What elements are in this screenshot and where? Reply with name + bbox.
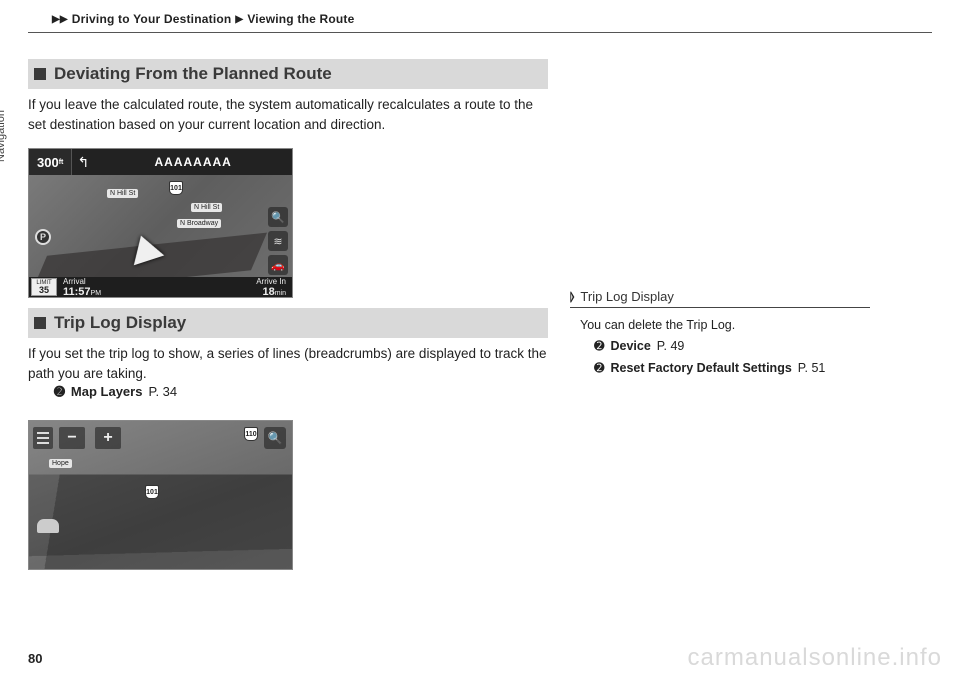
section-bullet-icon [34, 68, 46, 80]
map-tool-stack: 🔍 ≋ 🚗 [268, 207, 288, 275]
xref-arrow-icon: ➋ [594, 359, 604, 378]
breadcrumb: ▶▶ Driving to Your Destination ▶ Viewing… [28, 12, 932, 26]
section-heading-deviating: Deviating From the Planned Route [28, 59, 548, 89]
street-label: N Broadway [177, 219, 221, 228]
street-grid [28, 474, 293, 570]
breadcrumb-arrow-icon: ▶ [235, 14, 243, 25]
section-heading-triplog: Trip Log Display [28, 308, 548, 338]
mouse-icon [37, 519, 59, 533]
search-icon: 🔍 [268, 207, 288, 227]
nav-screenshot-triplog: − + 🔍 Hope 101 110 [28, 420, 293, 570]
section-body: If you set the trip log to show, a serie… [28, 338, 548, 410]
cross-reference: ➋ Device P. 49 [580, 337, 870, 356]
xref-label: Device [610, 337, 650, 356]
menu-icon [33, 427, 53, 449]
section-body-text: If you set the trip log to show, a serie… [28, 346, 547, 381]
side-note-heading: ⦊ Trip Log Display [570, 289, 870, 308]
zoom-in-icon: + [95, 427, 121, 449]
nav-bottom-bar: LIMIT35 Arrival11:57PM Arrive In18min [29, 277, 292, 297]
xref-label: Reset Factory Default Settings [610, 359, 791, 378]
xref-arrow-icon: ➋ [54, 383, 65, 402]
turn-icon: ↰ [72, 149, 94, 175]
breadcrumb-arrow-icon: ▶▶ [52, 14, 68, 25]
page-body: Deviating From the Planned Route If you … [28, 57, 932, 580]
street-label: Hope [49, 459, 72, 468]
section-bullet-icon [34, 317, 46, 329]
section-body: If you leave the calculated route, the s… [28, 89, 548, 142]
watermark: carmanualsonline.info [688, 644, 942, 672]
side-tab-label: Navigation [0, 90, 8, 182]
arrive-in: Arrive In18min [256, 277, 292, 298]
nav-screenshot-deviating: P N Hill St N Hill St N Broadway 101 🔍 ≋… [28, 148, 293, 298]
map-area: − + 🔍 Hope 101 110 [29, 421, 292, 569]
vehicle-icon: 🚗 [268, 255, 288, 275]
breadcrumb-part-2: Viewing the Route [247, 12, 354, 26]
xref-page: P. 34 [148, 383, 177, 402]
section-title: Trip Log Display [54, 313, 186, 333]
main-column: Deviating From the Planned Route If you … [28, 57, 548, 580]
divider [28, 32, 932, 33]
xref-label: Map Layers [71, 383, 143, 402]
parking-icon: P [35, 229, 51, 245]
speed-limit-sign: LIMIT35 [31, 278, 57, 296]
layers-icon: ≋ [268, 231, 288, 251]
page-number: 80 [28, 651, 42, 666]
map-area: P N Hill St N Hill St N Broadway 101 🔍 ≋… [29, 175, 292, 277]
distance-value: 300ft [29, 149, 72, 175]
side-note-text: You can delete the Trip Log. [580, 316, 870, 335]
xref-page: P. 51 [798, 359, 826, 378]
side-note-title: Trip Log Display [580, 289, 673, 304]
route-shield-icon: 110 [244, 427, 258, 441]
route-shield-icon: 101 [145, 485, 159, 499]
street-label: N Hill St [191, 203, 222, 212]
xref-arrow-icon: ➋ [594, 337, 604, 356]
street-label: N Hill St [107, 189, 138, 198]
breadcrumb-part-1: Driving to Your Destination [72, 12, 232, 26]
cross-reference: ➋ Map Layers P. 34 [28, 383, 548, 402]
xref-page: P. 49 [657, 337, 685, 356]
search-icon: 🔍 [264, 427, 286, 449]
side-note-body: You can delete the Trip Log. ➋ Device P.… [570, 316, 870, 378]
zoom-controls: − + [59, 427, 121, 449]
side-note-icon: ⦊ [570, 289, 574, 304]
section-title: Deviating From the Planned Route [54, 64, 332, 84]
cross-reference: ➋ Reset Factory Default Settings P. 51 [580, 359, 870, 378]
nav-top-bar: 300ft ↰ AAAAAAAA [29, 149, 292, 175]
route-shield-icon: 101 [169, 181, 183, 195]
zoom-out-icon: − [59, 427, 85, 449]
arrival-time: Arrival11:57PM [63, 277, 101, 298]
side-note-column: ⦊ Trip Log Display You can delete the Tr… [570, 57, 870, 580]
next-street: AAAAAAAA [94, 155, 292, 169]
manual-page: ▶▶ Driving to Your Destination ▶ Viewing… [0, 0, 960, 678]
